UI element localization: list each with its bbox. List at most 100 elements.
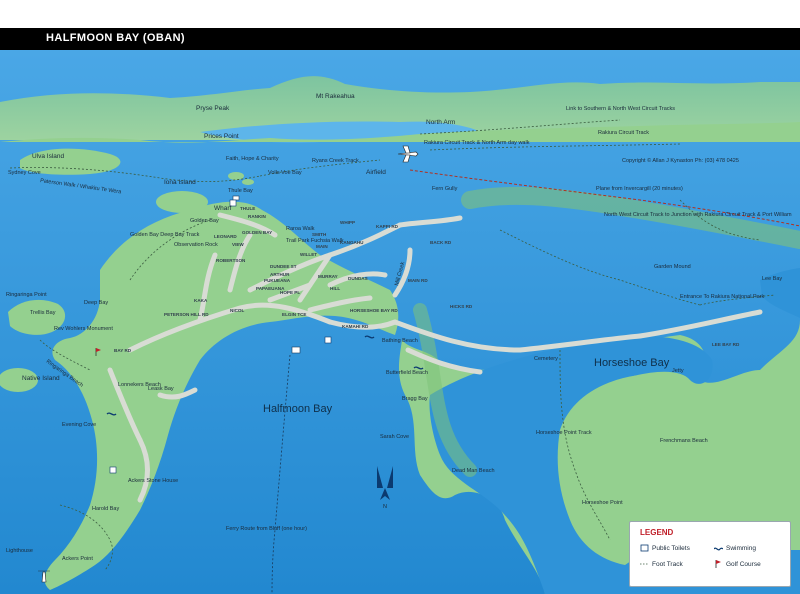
legend-item-label: Swimming [726,545,756,552]
road-label: NICOL [230,308,244,313]
place-label: Frenchmans Beach [660,438,708,444]
place-label: Lee Bay [762,276,782,282]
legend-item-label: Public Toilets [652,545,690,552]
place-label: Fern Gully [432,186,458,192]
copyright-text: Copyright © Allan J Kynaston Ph: (03) 47… [622,157,739,164]
ferry-route-label: Ferry Route from Bluff (one hour) [226,526,307,532]
place-label: Prices Point [204,133,239,140]
compass-north-label: N [383,504,387,510]
road-label: KAMAHI RD [342,324,369,329]
iona-island [156,191,208,213]
legend-title: LEGEND [640,528,674,537]
road-label: WHIPP [340,220,355,225]
place-label: Rakiura Circuit Track & North Arm day wa… [424,140,530,146]
place-label: Golden Bay [190,218,219,224]
place-label: Rev Wohlers Monument [54,326,113,332]
island-map: N Halfmoon Bay Horseshoe Bay Pryse Peak … [0,50,800,594]
road-label: PUKUEANA [264,278,291,283]
legend-item-label: Foot Track [652,561,683,568]
place-label: Entrance To Rakiura National Park [680,294,765,300]
place-label: Thule Bay [228,188,253,194]
place-label: Jetty [672,368,684,374]
place-label: Volls Voe Bay [268,170,302,176]
plane-route-label: Plane from Invercargill (20 minutes) [596,186,683,192]
halfmoon-bay-label: Halfmoon Bay [263,403,333,415]
road-label: MURRAY [318,274,338,279]
place-label: Sarah Cove [380,434,409,440]
ferry-boat-icon [291,346,301,354]
title-bar: HALFMOON BAY (OBAN) [0,28,800,50]
place-label: North Arm [426,119,455,126]
place-label: Iona Island [164,179,196,186]
road-label: ELGIN TCE [282,312,307,317]
map-title: HALFMOON BAY (OBAN) [46,32,185,44]
road-label: RANKIN [248,214,267,219]
road-label: THULE [240,206,255,211]
road-label: HILL [330,286,340,291]
place-label: Faith, Hope & Charity [226,156,279,162]
legend-item-label: Golf Course [726,561,761,568]
wharf-boat-icon [232,195,240,201]
road-label: VIEW [232,242,244,247]
place-label: Sydney Cove [8,170,41,176]
place-label: Bragg Bay [402,396,428,402]
road-label: ROBERTSON [216,258,246,263]
road-label: LEE BAY RD [712,342,740,347]
road-label: KAKA [194,298,208,303]
place-label: Ackers Point [62,556,93,562]
road-label: LEONARD [214,234,237,239]
place-label: Cemetery [534,356,558,362]
place-label: Horseshoe Point Track [536,430,592,436]
place-label: Native Island [22,375,60,382]
road-label: HORSESHOE BAY RD [350,308,398,313]
place-label: Leask Bay [148,386,174,392]
toilet-icon [640,544,649,552]
road-label: KANGAHU [340,240,364,245]
place-label: Ackers Stone House [128,478,178,484]
place-label: Garden Mound [654,264,691,270]
legend: LEGEND Public Toilets Swimming Foot Trac… [629,521,791,587]
place-label: Mt Rakeahua [316,93,355,100]
road-label: HOPE PL [280,290,300,295]
place-label: Ringaringa Point [6,292,47,298]
road-label: WILLET [300,252,317,257]
horseshoe-bay-label: Horseshoe Bay [594,357,670,369]
place-label: Golden Bay Deep Bay Track [130,232,200,238]
road-label: KAPPI RD [376,224,399,229]
place-label: Harold Bay [92,506,119,512]
swimming-icon [714,547,723,551]
place-label: Trail Park Fuchsia Walk [286,238,344,244]
top-margin [0,0,800,28]
place-label: Horseshoe Point [582,500,623,506]
road-label: MAIN [316,244,328,249]
foot-track-icon [640,563,649,565]
place-label: Pryse Peak [196,105,230,112]
place-label: Airfield [366,169,386,176]
place-label: Ryans Creek Track [312,158,359,164]
road-label: DUNDEE ST [270,264,297,269]
place-label: Ulva Island [32,153,65,160]
place-label: Wharf [214,205,232,212]
road-label: HICKS RD [450,304,473,309]
road-label: ARTHUR [270,272,290,277]
faith-hope-charity-island [242,179,254,185]
road-label: GOLDEN BAY [242,230,272,235]
place-label: Observation Rock [174,242,218,248]
place-label: Trellis Bay [30,310,56,316]
place-label: Rakiura Circuit Track [598,130,649,136]
road-label: DUNDAS [348,276,368,281]
place-label: Link to Southern & North West Circuit Tr… [566,106,675,112]
place-label: North West Circuit Track to Junction wit… [604,212,792,218]
place-label: Evening Cove [62,422,96,428]
place-label: Lighthouse [6,548,33,554]
place-label: Butterfield Beach [386,370,428,376]
place-label: Dead Man Beach [452,468,495,474]
golf-flag-icon [715,560,721,568]
place-label: Bathing Beach [382,338,418,344]
place-label: Deep Bay [84,300,108,306]
road-label: MAIN RD [408,278,428,283]
road-label: PETERSON HILL RD [164,312,209,317]
road-label: BAY RD [114,348,132,353]
road-label: SMITH [312,232,327,237]
place-label: Raroa Walk [286,226,315,232]
